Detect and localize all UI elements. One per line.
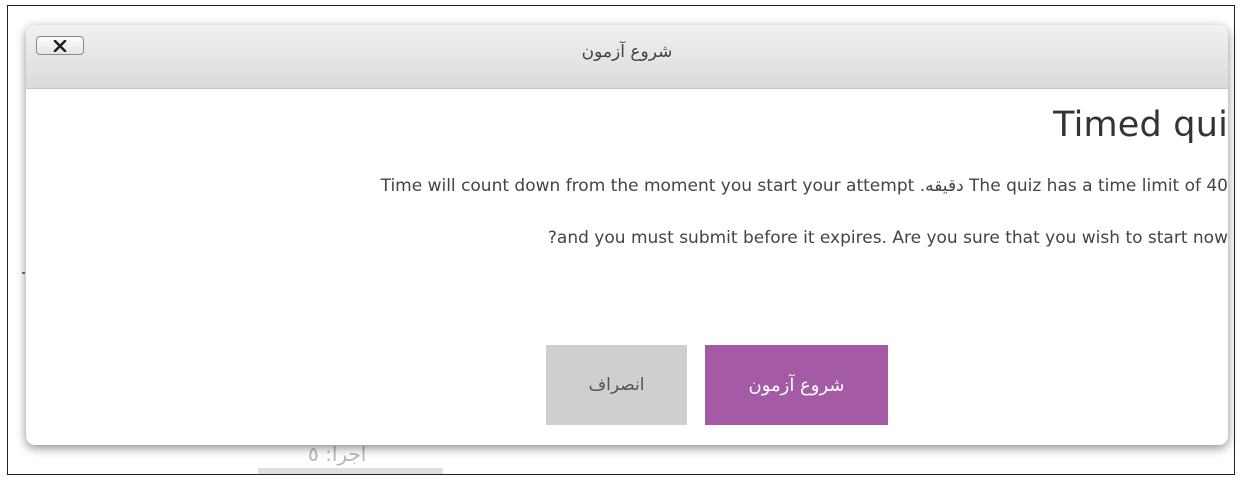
time-limit-message-line-2: ?and you must submit before it expires. …	[547, 228, 1228, 248]
dialog-content: Timed qui Time will count down from the …	[26, 89, 1228, 445]
start-attempt-button[interactable]: شروع آزمون	[705, 345, 888, 425]
start-quiz-dialog: شروع آزمون Timed qui Time will count dow…	[26, 25, 1228, 445]
background-run-count: اجرا: ٥	[308, 442, 367, 466]
timed-quiz-heading: Timed qui	[1053, 105, 1228, 145]
time-limit-message-line-1: Time will count down from the moment you…	[380, 176, 1228, 196]
cancel-button[interactable]: انصراف	[546, 345, 687, 425]
background-button	[258, 468, 443, 474]
dialog-titlebar: شروع آزمون	[26, 25, 1228, 89]
dialog-title: شروع آزمون	[581, 42, 673, 62]
background-mark	[22, 272, 25, 274]
